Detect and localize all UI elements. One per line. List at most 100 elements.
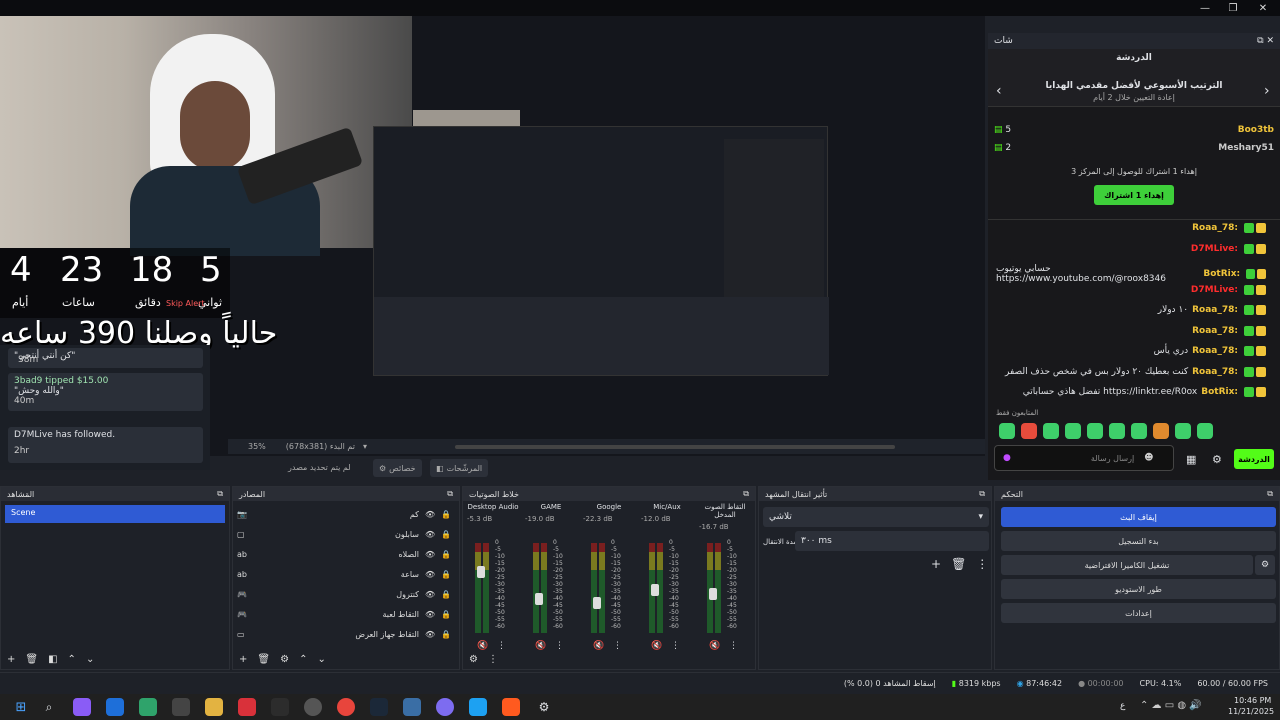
dock-float-icon[interactable]: ⧉ (447, 489, 453, 499)
dock-float-icon[interactable]: ⧉ (743, 489, 749, 499)
source-item[interactable]: ▭ التقاط جهاز العرض 👁 🔒 (237, 625, 457, 643)
source-item[interactable]: ab الصلاه 👁 🔒 (237, 545, 457, 563)
brave-icon[interactable] (502, 698, 520, 716)
message-user[interactable]: Roaa_78: (1192, 346, 1238, 356)
volume-slider[interactable] (477, 565, 485, 578)
gear-icon[interactable]: ⚙ (1255, 555, 1275, 575)
duration-input[interactable]: ٣٠٠ ms (795, 531, 989, 551)
mic-icon[interactable]: ● (1003, 453, 1011, 463)
store-icon[interactable] (172, 698, 190, 716)
emote[interactable] (1021, 423, 1037, 439)
eye-icon[interactable]: 👁 (425, 590, 441, 599)
copilot-icon[interactable] (73, 698, 91, 716)
stop-stream-button[interactable]: إيقاف البث (1001, 507, 1276, 527)
emote[interactable] (1087, 423, 1103, 439)
emote[interactable] (1043, 423, 1059, 439)
message-user[interactable]: Roaa_78: (1192, 326, 1238, 336)
tray-icons[interactable]: ⌃ ☁ ▭ ◍ 🔊 (1140, 700, 1202, 711)
eye-icon[interactable]: 👁 (425, 550, 441, 559)
add-icon[interactable]: + (931, 557, 941, 571)
eye-icon[interactable]: 👁 (425, 630, 441, 639)
minimize-icon[interactable]: — (1190, 0, 1220, 16)
next-arrow-icon[interactable]: › (1264, 83, 1270, 99)
leader-name[interactable]: Meshary51 (1218, 143, 1274, 153)
emote[interactable] (1153, 423, 1169, 439)
zoom-dropdown-icon[interactable]: ▾ (363, 442, 367, 451)
properties-button[interactable]: ⚙ خصائص (373, 459, 422, 477)
dock-float-icon[interactable]: ⧉ (217, 489, 223, 499)
store-icon[interactable]: ▦ (1186, 453, 1196, 466)
settings-button[interactable]: إعدادات (1001, 603, 1276, 623)
source-item[interactable]: 🎮 التقاط لعبة 👁 🔒 (237, 605, 457, 623)
steam-icon[interactable] (370, 698, 388, 716)
message-user[interactable]: Roaa_78: (1192, 367, 1238, 377)
transition-select[interactable]: تلاشي ▾ (763, 507, 989, 527)
eye-icon[interactable]: 👁 (425, 570, 441, 579)
edge-icon[interactable] (139, 698, 157, 716)
leader-name[interactable]: Boo3tb (1238, 125, 1274, 135)
discord-icon[interactable] (436, 698, 454, 716)
windows-start-icon[interactable]: ⊞ (12, 698, 30, 716)
volume-slider[interactable] (651, 583, 659, 596)
add-icon[interactable]: + (239, 654, 247, 665)
lock-icon[interactable]: 🔒 (441, 630, 457, 639)
menu-icon[interactable]: ⋮ (976, 557, 988, 571)
restore-icon[interactable]: ❐ (1218, 0, 1248, 16)
trash-icon[interactable]: 🗑 (951, 557, 966, 571)
emote[interactable] (1131, 423, 1147, 439)
lock-icon[interactable]: 🔒 (441, 590, 457, 599)
shield-icon[interactable] (403, 698, 421, 716)
lock-icon[interactable]: 🔒 (441, 530, 457, 539)
zoom-level[interactable]: 35% (248, 442, 266, 451)
up-icon[interactable]: ⌃ (68, 654, 76, 665)
volume-slider[interactable] (709, 588, 717, 600)
emote[interactable] (1109, 423, 1125, 439)
add-icon[interactable]: + (7, 654, 15, 665)
emote[interactable] (999, 423, 1015, 439)
eye-icon[interactable]: 👁 (425, 610, 441, 619)
lock-icon[interactable]: 🔒 (441, 550, 457, 559)
message-user[interactable]: BotRix: (1203, 269, 1240, 279)
dock-close-icon[interactable]: ⧉ ✕ (1257, 36, 1274, 46)
filter-icon[interactable]: ◧ (48, 654, 57, 665)
eye-icon[interactable]: 👁 (425, 510, 441, 519)
eye-icon[interactable]: 👁 (425, 530, 441, 539)
message-user[interactable]: Roaa_78: (1192, 223, 1238, 233)
skip-alert[interactable]: Skip Alert (166, 299, 205, 308)
gift-sub-button[interactable]: إهداء 1 اشتراك (1094, 185, 1174, 205)
emote[interactable] (1197, 423, 1213, 439)
trash-icon[interactable]: 🗑 (257, 654, 270, 665)
language-indicator[interactable]: ع (1120, 701, 1125, 711)
source-item[interactable]: 📷 كم 👁 🔒 (237, 505, 457, 523)
emote[interactable] (1175, 423, 1191, 439)
app-icon[interactable] (106, 698, 124, 716)
search-icon[interactable]: ⌕ (40, 698, 58, 716)
chrome-icon[interactable] (337, 698, 355, 716)
volume-slider[interactable] (535, 592, 543, 605)
close-icon[interactable]: ✕ (1248, 0, 1278, 16)
message-user[interactable]: Roaa_78: (1192, 305, 1238, 315)
virtual-camera-button[interactable]: تشغيل الكاميرا الافتراضية (1001, 555, 1253, 575)
start-recording-button[interactable]: بدء التسجيل (1001, 531, 1276, 551)
lock-icon[interactable]: 🔒 (441, 510, 457, 519)
message-user[interactable]: D7MLive: (1191, 244, 1238, 254)
menu-icon[interactable]: ⋮ (488, 654, 498, 665)
scene-item[interactable]: Scene (5, 505, 225, 523)
emote[interactable] (1065, 423, 1081, 439)
studio-mode-button[interactable]: طور الاستوديو (1001, 579, 1276, 599)
chat-input[interactable]: ● إرسال رسالة ☻ (994, 445, 1174, 471)
volume-slider[interactable] (593, 597, 601, 609)
down-icon[interactable]: ⌄ (317, 654, 325, 665)
settings-icon[interactable]: ⚙ (1212, 453, 1222, 466)
obs-icon[interactable] (304, 698, 322, 716)
terminal-icon[interactable] (271, 698, 289, 716)
emoji-icon[interactable]: ☻ (1144, 453, 1153, 463)
dock-float-icon[interactable]: ⧉ (1267, 489, 1273, 499)
source-item[interactable]: 🎮 كنترول 👁 🔒 (237, 585, 457, 603)
gear-icon[interactable]: ⚙ (280, 654, 289, 665)
dock-float-icon[interactable]: ⧉ (979, 489, 985, 499)
message-user[interactable]: D7MLive: (1191, 285, 1238, 295)
source-item[interactable]: ▢ سابلون 👁 🔒 (237, 525, 457, 543)
down-icon[interactable]: ⌄ (86, 654, 94, 665)
gear-icon[interactable]: ⚙ (469, 654, 478, 665)
